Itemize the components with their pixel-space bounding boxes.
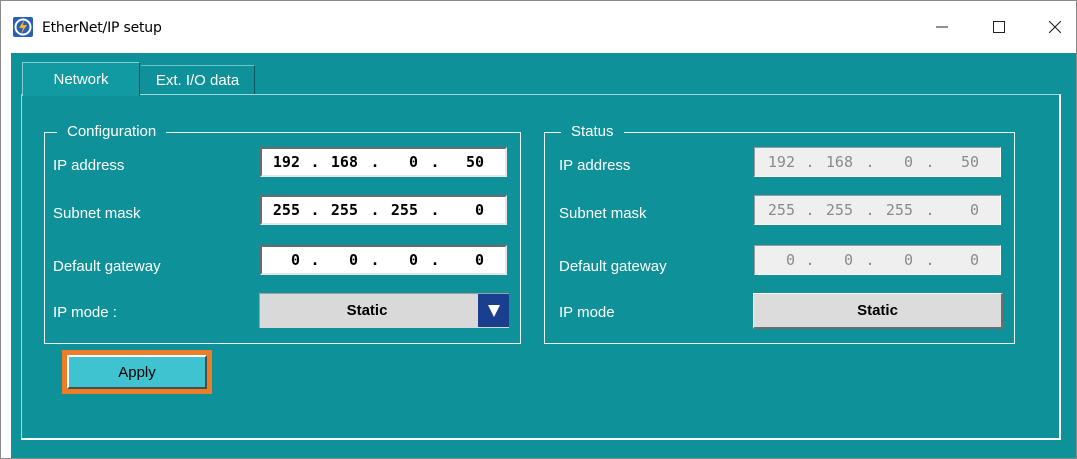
status-subnet-mask-display: 255 . 255 . 255 . 0 — [754, 195, 1001, 225]
config-ip-octet-2[interactable]: 168 — [324, 153, 358, 171]
configuration-group-title: Configuration — [57, 123, 167, 141]
maximize-button[interactable] — [976, 1, 1022, 53]
client-area: Network Ext. I/O data Configuration IP a… — [11, 53, 1076, 458]
window-title: EtherNet/IP setup — [42, 20, 162, 36]
ip-mode-dropdown[interactable]: Static — [259, 293, 509, 328]
ip-mode-selected-value: Static — [346, 302, 388, 319]
status-default-gateway-display: 0 . 0 . 0 . 0 — [754, 245, 1001, 275]
status-ip-address-display: 192 . 168 . 0 . 50 — [754, 147, 1001, 177]
title-bar[interactable]: EtherNet/IP setup — [1, 1, 1076, 53]
octet-separator: . — [925, 153, 935, 171]
octet-separator: . — [430, 251, 440, 269]
octet-separator: . — [865, 201, 875, 219]
status-subnet-mask-label: Subnet mask — [559, 205, 647, 222]
config-mask-octet-3[interactable]: 255 — [384, 201, 418, 219]
octet-separator: . — [310, 251, 320, 269]
octet-separator: . — [925, 251, 935, 269]
octet-separator: . — [310, 153, 320, 171]
ethernet-ip-setup-window: EtherNet/IP setup Network Ext. I/O data … — [0, 0, 1077, 459]
config-default-gateway-input[interactable]: 0 . 0 . 0 . 0 — [260, 245, 507, 275]
config-mask-octet-1[interactable]: 255 — [266, 201, 300, 219]
status-mask-octet-2: 255 — [825, 201, 853, 219]
config-subnet-mask-label: Subnet mask — [53, 205, 141, 222]
config-gw-octet-2[interactable]: 0 — [324, 251, 358, 269]
octet-separator: . — [430, 201, 440, 219]
tab-network[interactable]: Network — [22, 62, 140, 96]
apply-button-label: Apply — [118, 363, 156, 381]
config-ip-octet-3[interactable]: 0 — [384, 153, 418, 171]
minimize-icon — [936, 26, 948, 28]
octet-separator: . — [370, 201, 380, 219]
tab-network-label: Network — [53, 71, 109, 88]
status-mask-octet-1: 255 — [767, 201, 795, 219]
octet-separator: . — [865, 153, 875, 171]
config-ip-address-input[interactable]: 192 . 168 . 0 . 50 — [260, 147, 507, 177]
status-gw-octet-2: 0 — [843, 251, 853, 269]
status-ip-mode-label: IP mode — [559, 304, 615, 321]
octet-separator: . — [370, 153, 380, 171]
status-gw-octet-1: 0 — [785, 251, 795, 269]
config-default-gateway-label: Default gateway — [53, 258, 161, 275]
status-ip-address-label: IP address — [559, 157, 631, 174]
octet-separator: . — [865, 251, 875, 269]
maximize-icon — [993, 21, 1005, 33]
config-gw-octet-1[interactable]: 0 — [266, 251, 300, 269]
config-ip-mode-label: IP mode : — [53, 304, 117, 321]
status-ip-octet-4: 50 — [960, 153, 979, 171]
status-mask-octet-4: 0 — [969, 201, 979, 219]
config-gw-octet-3[interactable]: 0 — [384, 251, 418, 269]
config-gw-octet-4[interactable]: 0 — [450, 251, 484, 269]
apply-button[interactable]: Apply — [67, 355, 207, 389]
status-group-title: Status — [561, 123, 624, 141]
octet-separator: . — [805, 201, 815, 219]
status-mask-octet-3: 255 — [885, 201, 913, 219]
tab-ext-io-data[interactable]: Ext. I/O data — [141, 65, 255, 94]
status-ip-octet-3: 0 — [903, 153, 913, 171]
ip-mode-dropdown-button[interactable] — [478, 294, 509, 327]
octet-separator: . — [805, 251, 815, 269]
status-default-gateway-label: Default gateway — [559, 258, 667, 275]
config-ip-address-label: IP address — [53, 157, 125, 174]
config-ip-octet-4[interactable]: 50 — [450, 153, 484, 171]
status-gw-octet-3: 0 — [903, 251, 913, 269]
status-ip-octet-1: 192 — [767, 153, 795, 171]
config-mask-octet-4[interactable]: 0 — [450, 201, 484, 219]
tab-ext-io-data-label: Ext. I/O data — [155, 71, 240, 89]
app-logo-icon — [13, 17, 33, 37]
status-ip-mode-value: Static — [857, 302, 898, 319]
status-gw-octet-4: 0 — [969, 251, 979, 269]
status-ip-mode-display: Static — [753, 293, 1003, 329]
octet-separator: . — [430, 153, 440, 171]
config-subnet-mask-input[interactable]: 255 . 255 . 255 . 0 — [260, 195, 507, 225]
octet-separator: . — [310, 201, 320, 219]
close-button[interactable] — [1032, 1, 1077, 53]
octet-separator: . — [805, 153, 815, 171]
config-ip-octet-1[interactable]: 192 — [266, 153, 300, 171]
octet-separator: . — [370, 251, 380, 269]
octet-separator: . — [925, 201, 935, 219]
chevron-down-icon — [487, 304, 500, 317]
config-mask-octet-2[interactable]: 255 — [324, 201, 358, 219]
close-icon — [1049, 21, 1061, 33]
status-ip-octet-2: 168 — [825, 153, 853, 171]
minimize-button[interactable] — [919, 1, 965, 53]
